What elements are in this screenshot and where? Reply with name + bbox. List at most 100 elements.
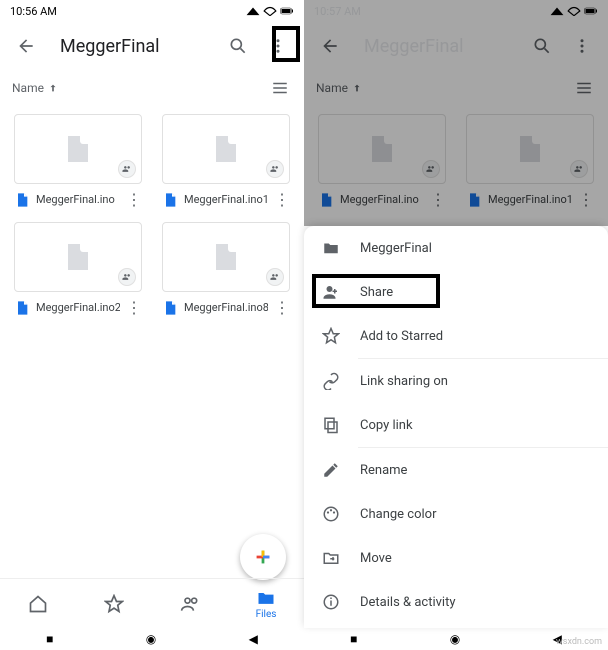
fab-create[interactable] [240,534,286,580]
nav-recent-icon: ■ [46,632,53,646]
folder-icon [256,588,276,608]
menu-label: Copy link [360,418,413,433]
people-icon [180,594,200,614]
sheet-header: MeggerFinal [304,226,608,270]
file-icon [14,190,30,210]
tutorial-highlight [272,26,300,62]
back-button[interactable] [6,26,46,66]
list-header: Name [0,70,304,102]
menu-label: Rename [360,463,407,478]
tab-starred[interactable] [76,579,152,628]
screen-context-menu: 10:57 AM MeggerFinal Name MeggerFinal.in… [304,0,608,650]
file-thumbnail [14,222,142,292]
clock: 10:56 AM [10,5,57,18]
file-more-button[interactable]: ⋮ [274,300,290,316]
page-title: MeggerFinal [60,36,218,57]
file-name: MeggerFinal.ino1156976... [184,193,268,206]
file-thumbnail [466,114,594,184]
view-toggle-button[interactable] [572,76,596,100]
bottom-nav: Files [0,578,304,628]
move-folder-icon [322,549,340,567]
status-bar: 10:57 AM [304,0,608,22]
file-thumbnail [14,114,142,184]
view-toggle-button[interactable] [268,76,292,100]
shared-badge-icon [266,268,284,286]
tutorial-highlight [312,274,440,308]
tab-home[interactable] [0,579,76,628]
file-more-button[interactable]: ⋮ [578,192,594,208]
back-button[interactable] [310,26,350,66]
status-bar: 10:56 AM [0,0,304,22]
shared-badge-icon [570,160,588,178]
shared-badge-icon [422,160,440,178]
file-name: MeggerFinal.ino2545016... [36,301,120,314]
file-name: MeggerFinal.ino [36,193,120,206]
file-more-button[interactable]: ⋮ [126,300,142,316]
list-header: Name [304,70,608,102]
menu-label: Change color [360,507,437,522]
page-title: MeggerFinal [364,36,522,57]
sort-label: Name [316,81,348,95]
overflow-menu-button[interactable] [562,26,602,66]
edit-icon [322,461,340,479]
file-tile[interactable]: MeggerFinal.ino1156976... ⋮ [152,108,300,216]
menu-label: Add to Starred [360,329,443,344]
file-tile[interactable]: MeggerFinal.ino1156976... ⋮ [456,108,604,216]
search-button[interactable] [218,26,258,66]
file-tile[interactable]: MeggerFinal.ino ⋮ [308,108,456,216]
shared-badge-icon [118,268,136,286]
nav-recent-icon: ■ [350,632,357,646]
app-bar: MeggerFinal [0,22,304,70]
file-more-button[interactable]: ⋮ [126,192,142,208]
tab-files[interactable]: Files [228,579,304,628]
link-icon [322,372,340,390]
file-icon [14,298,30,318]
file-more-button[interactable]: ⋮ [274,192,290,208]
file-thumbnail [162,114,290,184]
menu-link-sharing[interactable]: Link sharing on [304,359,608,403]
menu-move[interactable]: Move [304,536,608,580]
file-tile[interactable]: MeggerFinal.ino2545016... ⋮ [4,216,152,324]
clock: 10:57 AM [314,5,361,18]
home-icon [28,594,48,614]
file-tile[interactable]: MeggerFinal.ino8387131...⋮ [152,216,300,324]
shared-badge-icon [266,160,284,178]
info-icon [322,593,340,611]
status-icons [246,6,294,16]
search-button[interactable] [522,26,562,66]
file-more-button[interactable]: ⋮ [430,192,446,208]
nav-home-icon: ◉ [450,632,460,646]
arrow-up-icon [352,83,362,93]
tab-files-label: Files [256,609,277,620]
plus-icon [252,546,274,568]
file-icon [466,190,482,210]
menu-label: Move [360,551,392,566]
menu-copy-link[interactable]: Copy link [304,403,608,447]
menu-label: Details & activity [360,595,455,610]
menu-change-color[interactable]: Change color [304,492,608,536]
tab-shared[interactable] [152,579,228,628]
file-tile[interactable]: MeggerFinal.ino ⋮ [4,108,152,216]
menu-rename[interactable]: Rename [304,448,608,492]
file-name: MeggerFinal.ino [340,193,424,206]
sort-button[interactable]: Name [12,81,58,95]
sheet-title: MeggerFinal [360,241,432,256]
screen-folder-view: 10:56 AM MeggerFinal Name [0,0,304,650]
file-thumbnail [318,114,446,184]
file-thumbnail [162,222,290,292]
nav-home-icon: ◉ [146,632,156,646]
app-bar: MeggerFinal [304,22,608,70]
file-icon [318,190,334,210]
sort-label: Name [12,81,44,95]
menu-details[interactable]: Details & activity [304,580,608,624]
menu-star[interactable]: Add to Starred [304,314,608,358]
menu-label: Link sharing on [360,374,448,389]
file-name: MeggerFinal.ino1156976... [488,193,572,206]
nav-back-icon: ◀ [249,632,258,646]
folder-icon [322,239,340,257]
file-grid: MeggerFinal.ino ⋮ MeggerFinal.ino1156976.… [0,102,304,330]
arrow-up-icon [48,83,58,93]
shared-badge-icon [118,160,136,178]
system-nav: ■ ◉ ◀ [0,628,304,650]
sort-button[interactable]: Name [316,81,362,95]
